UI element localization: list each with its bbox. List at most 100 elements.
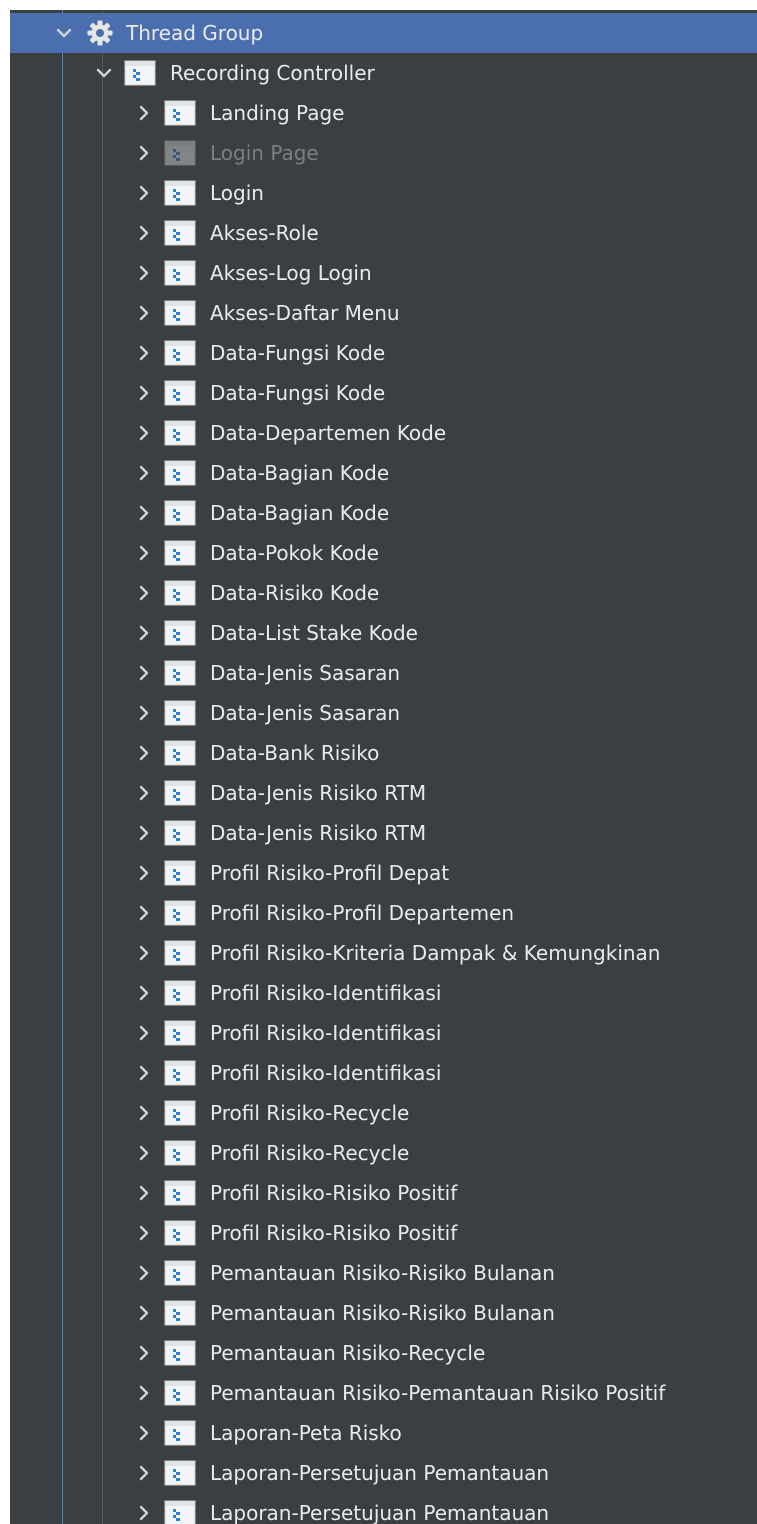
tree-node-child[interactable]: Profil Risiko-Recycle — [10, 1133, 757, 1173]
chevron-right-icon[interactable] — [134, 1223, 154, 1243]
tree-node-child[interactable]: Landing Page — [10, 93, 757, 133]
controller-icon — [164, 540, 196, 566]
tree-node-child[interactable]: Data-Jenis Risiko RTM — [10, 813, 757, 853]
chevron-down-icon[interactable] — [94, 63, 114, 83]
chevron-right-icon[interactable] — [134, 1343, 154, 1363]
chevron-right-icon[interactable] — [134, 783, 154, 803]
tree-node-child[interactable]: Data-Jenis Sasaran — [10, 693, 757, 733]
tree-node-child[interactable]: Akses-Role — [10, 213, 757, 253]
tree-node-child[interactable]: Pemantauan Risiko-Pemantauan Risiko Posi… — [10, 1373, 757, 1413]
tree-node-child[interactable]: Login Page — [10, 133, 757, 173]
controller-icon — [164, 460, 196, 486]
tree-node-thread-group[interactable]: Thread Group — [10, 13, 757, 53]
chevron-right-icon[interactable] — [134, 863, 154, 883]
chevron-right-icon[interactable] — [134, 1423, 154, 1443]
tree-node-child[interactable]: Data-Jenis Sasaran — [10, 653, 757, 693]
controller-icon — [164, 620, 196, 646]
chevron-right-icon[interactable] — [134, 263, 154, 283]
controller-icon — [164, 1140, 196, 1166]
tree-node-child[interactable]: Profil Risiko-Risiko Positif — [10, 1213, 757, 1253]
tree-node-child[interactable]: Profil Risiko-Profil Depat — [10, 853, 757, 893]
chevron-right-icon[interactable] — [134, 183, 154, 203]
controller-icon — [164, 300, 196, 326]
tree-node-label: Profil Risiko-Kriteria Dampak & Kemungki… — [210, 941, 661, 965]
chevron-right-icon[interactable] — [134, 103, 154, 123]
chevron-right-icon[interactable] — [134, 1023, 154, 1043]
tree-node-recording-controller[interactable]: Recording Controller — [10, 53, 757, 93]
tree-node-child[interactable]: Profil Risiko-Profil Departemen — [10, 893, 757, 933]
tree-node-child[interactable]: Pemantauan Risiko-Risiko Bulanan — [10, 1293, 757, 1333]
chevron-right-icon[interactable] — [134, 943, 154, 963]
chevron-right-icon[interactable] — [134, 1503, 154, 1523]
tree-node-child[interactable]: Akses-Daftar Menu — [10, 293, 757, 333]
tree-node-label: Data-Fungsi Kode — [210, 341, 386, 365]
tree-node-child[interactable]: Data-Jenis Risiko RTM — [10, 773, 757, 813]
tree-node-label: Pemantauan Risiko-Risiko Bulanan — [210, 1301, 555, 1325]
tree-node-child[interactable]: Profil Risiko-Identifikasi — [10, 1013, 757, 1053]
chevron-down-icon[interactable] — [54, 23, 74, 43]
chevron-right-icon[interactable] — [134, 1463, 154, 1483]
chevron-right-icon[interactable] — [134, 983, 154, 1003]
tree-node-label: Recording Controller — [170, 61, 375, 85]
chevron-right-icon[interactable] — [134, 343, 154, 363]
tree-node-child[interactable]: Pemantauan Risiko-Risiko Bulanan — [10, 1253, 757, 1293]
tree-node-child[interactable]: Login — [10, 173, 757, 213]
chevron-right-icon[interactable] — [134, 663, 154, 683]
chevron-right-icon[interactable] — [134, 1063, 154, 1083]
chevron-right-icon[interactable] — [134, 503, 154, 523]
chevron-right-icon[interactable] — [134, 903, 154, 923]
tree-node-child[interactable]: Data-Bagian Kode — [10, 493, 757, 533]
chevron-right-icon[interactable] — [134, 1103, 154, 1123]
tree-node-child[interactable]: Data-Pokok Kode — [10, 533, 757, 573]
tree-node-child[interactable]: Data-Fungsi Kode — [10, 333, 757, 373]
controller-icon — [164, 900, 196, 926]
chevron-right-icon[interactable] — [134, 703, 154, 723]
tree-node-child[interactable]: Laporan-Persetujuan Pemantauan — [10, 1453, 757, 1493]
tree-node-label: Pemantauan Risiko-Pemantauan Risiko Posi… — [210, 1381, 666, 1405]
controller-icon — [164, 1420, 196, 1446]
chevron-right-icon[interactable] — [134, 1143, 154, 1163]
tree-node-child[interactable]: Data-List Stake Kode — [10, 613, 757, 653]
chevron-right-icon[interactable] — [134, 143, 154, 163]
chevron-right-icon[interactable] — [134, 1263, 154, 1283]
tree-node-label: Data-Pokok Kode — [210, 541, 379, 565]
controller-icon — [164, 940, 196, 966]
tree-node-child[interactable]: Akses-Log Login — [10, 253, 757, 293]
tree-node-child[interactable]: Laporan-Persetujuan Pemantauan — [10, 1493, 757, 1524]
chevron-right-icon[interactable] — [134, 303, 154, 323]
tree-node-label: Login Page — [210, 141, 319, 165]
tree-node-child[interactable]: Data-Fungsi Kode — [10, 373, 757, 413]
chevron-right-icon[interactable] — [134, 743, 154, 763]
tree-node-child[interactable]: Profil Risiko-Recycle — [10, 1093, 757, 1133]
tree-node-label: Profil Risiko-Identifikasi — [210, 981, 442, 1005]
chevron-right-icon[interactable] — [134, 823, 154, 843]
tree-node-child[interactable]: Data-Departemen Kode — [10, 413, 757, 453]
tree-node-label: Profil Risiko-Identifikasi — [210, 1061, 442, 1085]
tree-node-child[interactable]: Data-Bagian Kode — [10, 453, 757, 493]
tree-node-child[interactable]: Pemantauan Risiko-Recycle — [10, 1333, 757, 1373]
chevron-right-icon[interactable] — [134, 383, 154, 403]
controller-icon — [164, 980, 196, 1006]
chevron-right-icon[interactable] — [134, 583, 154, 603]
tree-node-label: Thread Group — [126, 21, 264, 45]
test-plan-tree[interactable]: Thread Group Recording Controller Landin… — [10, 10, 757, 1524]
tree-node-child[interactable]: Profil Risiko-Kriteria Dampak & Kemungki… — [10, 933, 757, 973]
chevron-right-icon[interactable] — [134, 1303, 154, 1323]
tree-node-child[interactable]: Data-Bank Risiko — [10, 733, 757, 773]
tree-node-child[interactable]: Data-Risiko Kode — [10, 573, 757, 613]
tree-node-label: Data-Fungsi Kode — [210, 381, 386, 405]
chevron-right-icon[interactable] — [134, 423, 154, 443]
tree-node-child[interactable]: Profil Risiko-Identifikasi — [10, 973, 757, 1013]
chevron-right-icon[interactable] — [134, 543, 154, 563]
controller-icon — [164, 860, 196, 886]
tree-node-child[interactable]: Laporan-Peta Risko — [10, 1413, 757, 1453]
chevron-right-icon[interactable] — [134, 1383, 154, 1403]
chevron-right-icon[interactable] — [134, 623, 154, 643]
tree-node-label: Landing Page — [210, 101, 345, 125]
tree-node-child[interactable]: Profil Risiko-Identifikasi — [10, 1053, 757, 1093]
tree-node-child[interactable]: Profil Risiko-Risiko Positif — [10, 1173, 757, 1213]
chevron-right-icon[interactable] — [134, 1183, 154, 1203]
chevron-right-icon[interactable] — [134, 223, 154, 243]
chevron-right-icon[interactable] — [134, 463, 154, 483]
controller-icon — [164, 140, 196, 166]
